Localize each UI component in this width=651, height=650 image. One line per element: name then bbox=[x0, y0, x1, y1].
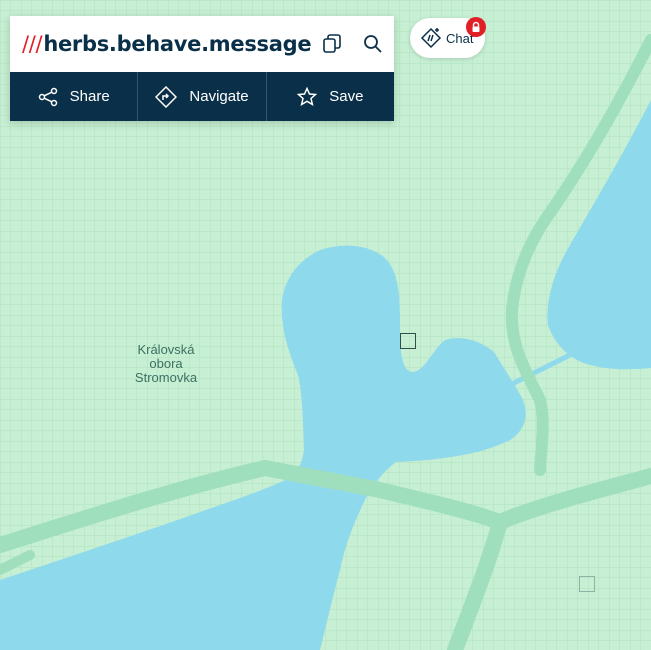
star-icon bbox=[297, 86, 318, 106]
navigate-label: Navigate bbox=[189, 88, 249, 105]
poi-line-1: Královská bbox=[137, 342, 195, 357]
share-label: Share bbox=[69, 88, 110, 105]
three-word-address[interactable]: ///herbs.behave.message bbox=[22, 32, 312, 56]
navigate-button[interactable]: Navigate bbox=[138, 72, 267, 121]
search-icon bbox=[364, 35, 382, 53]
chat-icon bbox=[420, 27, 442, 49]
lock-badge bbox=[466, 17, 486, 37]
save-label: Save bbox=[329, 88, 364, 105]
share-icon bbox=[38, 87, 57, 106]
action-bar: Share Navigate Save bbox=[10, 72, 394, 121]
search-button[interactable] bbox=[353, 16, 394, 72]
grid-square-marker[interactable] bbox=[579, 576, 595, 592]
lock-icon bbox=[472, 21, 480, 32]
poi-line-2: obora bbox=[149, 356, 183, 371]
navigate-icon bbox=[155, 85, 178, 108]
copy-button[interactable] bbox=[311, 16, 352, 72]
selected-square-marker[interactable] bbox=[400, 333, 416, 349]
save-button[interactable]: Save bbox=[267, 72, 394, 121]
address-words: herbs.behave.message bbox=[43, 32, 312, 56]
address-bar: ///herbs.behave.message bbox=[10, 16, 394, 72]
copy-icon bbox=[323, 34, 341, 53]
share-button[interactable]: Share bbox=[10, 72, 139, 121]
poi-label-stromovka[interactable]: Královská obora Stromovka bbox=[116, 343, 216, 385]
address-panel: ///herbs.behave.message Share Navigate S… bbox=[10, 16, 394, 121]
address-prefix: /// bbox=[22, 32, 43, 56]
poi-line-3: Stromovka bbox=[134, 370, 198, 385]
